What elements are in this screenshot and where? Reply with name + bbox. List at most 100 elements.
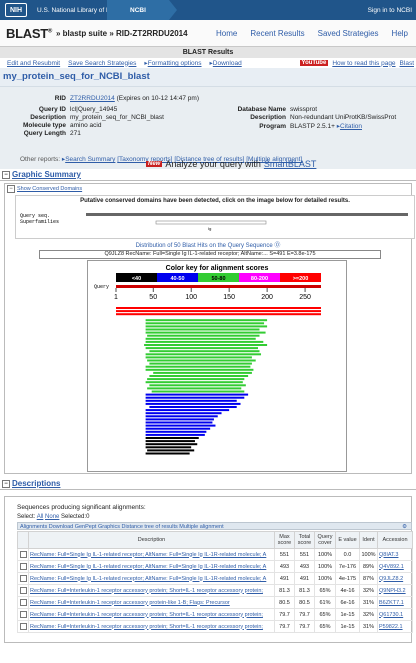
formatting-options-link[interactable]: ▸Formatting options <box>144 59 201 67</box>
hit-bars <box>116 307 321 455</box>
blast-link[interactable]: Blast <box>400 60 414 67</box>
collapse-icon[interactable]: − <box>2 170 10 179</box>
hit-total-score: 79.7 <box>294 608 315 621</box>
row-checkbox[interactable] <box>19 563 27 570</box>
ncbi-tab[interactable]: NCBI <box>107 0 177 20</box>
hit-accession[interactable]: B6ZKT7.1 <box>377 596 413 609</box>
hit-bar <box>145 365 251 368</box>
hit-e-value: 4e-16 <box>335 584 360 597</box>
hit-bar <box>145 347 258 350</box>
row-select-cell <box>17 548 29 561</box>
row-checkbox[interactable] <box>19 587 27 594</box>
hit-description[interactable]: RecName: Full=Single Ig IL-1-related rec… <box>28 548 275 561</box>
collapse-icon[interactable]: − <box>2 479 10 488</box>
toggle-icon[interactable]: − <box>7 185 15 193</box>
hit-bar <box>116 307 321 309</box>
hit-bar <box>145 356 252 359</box>
youtube-icon[interactable]: YouTube <box>299 60 329 66</box>
col-accession[interactable]: Accession <box>377 531 413 549</box>
hit-bar <box>145 430 207 433</box>
save-strategies-link[interactable]: Save Search Strategies <box>68 60 136 67</box>
hit-bar <box>145 452 190 455</box>
row-checkbox[interactable] <box>19 551 27 558</box>
hit-description[interactable]: RecName: Full=Interleukin-1 receptor acc… <box>28 596 275 609</box>
hit-accession[interactable]: Q4V892.1 <box>377 560 413 573</box>
hit-accession[interactable]: Q9JLZ8.2 <box>377 572 413 585</box>
col-ident[interactable]: Ident <box>359 531 378 549</box>
blast-logo[interactable]: BLAST® <box>6 26 52 41</box>
hit-bar <box>147 449 195 452</box>
query-id-row: Query ID lcl|Query_14945 <box>38 106 118 113</box>
col-max-score[interactable]: Max score <box>274 531 295 549</box>
nih-logo[interactable]: NIH <box>5 3 27 17</box>
hit-bar <box>149 362 252 365</box>
database-description-row: Description Non-redundant UniProtKB/Swiss… <box>250 114 397 121</box>
row-checkbox[interactable] <box>19 623 27 630</box>
nav-home[interactable]: Home <box>216 29 237 38</box>
alignment-svg[interactable]: Color key for alignment scores <40 40-50 5… <box>88 261 346 471</box>
page-title: BLAST Results <box>0 47 416 58</box>
hit-accession[interactable]: Q61730.1 <box>377 608 413 621</box>
hit-bar <box>145 399 237 402</box>
hit-bar <box>145 440 195 443</box>
how-to-read-link[interactable]: How to read this page <box>332 60 395 67</box>
smartblast-link[interactable]: SmartBLAST <box>264 159 317 169</box>
row-checkbox[interactable] <box>19 599 27 606</box>
hit-description[interactable]: RecName: Full=Interleukin-1 receptor acc… <box>28 620 275 633</box>
conserved-domains-panel[interactable]: Putative conserved domains have been det… <box>15 195 415 239</box>
hit-description[interactable]: RecName: Full=Interleukin-1 receptor acc… <box>28 584 275 597</box>
alignment-graphic[interactable]: Color key for alignment scores <40 40-50 5… <box>87 260 347 472</box>
descriptions-header[interactable]: − Descriptions <box>0 478 416 490</box>
rid-link[interactable]: ZT2RRDU2014 <box>70 95 115 102</box>
hit-max-score: 491 <box>274 572 295 585</box>
table-row: RecName: Full=Interleukin-1 receptor acc… <box>17 596 413 609</box>
hit-description[interactable]: RecName: Full=Single Ig IL-1-related rec… <box>28 572 275 585</box>
hit-info-box: Q9JLZ8 RecName: Full=Single Ig IL-1-rela… <box>39 250 381 259</box>
hit-description[interactable]: RecName: Full=Interleukin-1 receptor acc… <box>28 608 275 621</box>
row-select-cell <box>17 596 29 609</box>
hit-bar <box>145 415 218 418</box>
table-toolbar-links[interactable]: Alignments Download GenPept Graphics Dis… <box>20 524 224 530</box>
new-badge: New <box>146 161 163 167</box>
hit-description[interactable]: RecName: Full=Single Ig IL-1-related rec… <box>28 560 275 573</box>
row-checkbox[interactable] <box>19 611 27 618</box>
hit-accession[interactable]: Q8IAT.3 <box>377 548 413 561</box>
descriptions-title[interactable]: Descriptions <box>12 479 60 488</box>
query-bar <box>86 213 408 216</box>
sign-in-link[interactable]: Sign in to NCBI <box>368 7 412 14</box>
gear-icon[interactable]: ⚙ <box>402 523 407 531</box>
hit-bar <box>149 375 249 377</box>
show-conserved-domains[interactable]: − Show Conserved Domains <box>7 185 82 193</box>
col-e-value[interactable]: E value <box>335 531 360 549</box>
hit-total-score: 493 <box>294 560 315 573</box>
hit-bar <box>145 427 211 430</box>
col-total-score[interactable]: Total score <box>294 531 315 549</box>
col-query-cover[interactable]: Query cover <box>314 531 336 549</box>
edit-resubmit-link[interactable]: Edit and Resubmit <box>7 60 60 67</box>
hit-accession[interactable]: P59822.1 <box>377 620 413 633</box>
nih-top-bar: NIH U.S. National Library of Medicine NC… <box>0 0 416 20</box>
search-summary-link[interactable]: Search Summary <box>65 156 115 163</box>
graphic-summary-title[interactable]: Graphic Summary <box>12 170 81 179</box>
hit-bar <box>151 390 245 393</box>
nav-saved-strategies[interactable]: Saved Strategies <box>318 29 379 38</box>
select-all-link[interactable]: All <box>37 514 44 520</box>
domains-graphic[interactable]: Query seq. Superfamilies Ig <box>16 206 412 236</box>
download-link[interactable]: ▸Download <box>210 59 242 67</box>
graphic-summary-header[interactable]: − Graphic Summary <box>0 169 416 181</box>
axis-tick-label: 50 <box>149 294 157 301</box>
query-axis: 1 50 100 150 200 250 <box>114 285 321 301</box>
row-checkbox[interactable] <box>19 575 27 582</box>
query-axis-label: Query <box>94 284 109 290</box>
col-description[interactable]: Description <box>28 531 275 549</box>
descriptions-panel: Sequences producing significant alignmen… <box>4 496 413 643</box>
citation-link[interactable]: Citation <box>340 123 362 130</box>
axis-tick-label: 150 <box>223 294 235 301</box>
superfamilies-label: Superfamilies <box>20 219 59 225</box>
nav-recent-results[interactable]: Recent Results <box>250 29 304 38</box>
select-none-link[interactable]: None <box>45 514 59 520</box>
hit-accession[interactable]: Q9NPH3.2 <box>377 584 413 597</box>
nav-help[interactable]: Help <box>392 29 408 38</box>
hit-max-score: 493 <box>274 560 295 573</box>
color-key: <40 40-50 50-80 80-200 >=200 <box>116 273 321 282</box>
